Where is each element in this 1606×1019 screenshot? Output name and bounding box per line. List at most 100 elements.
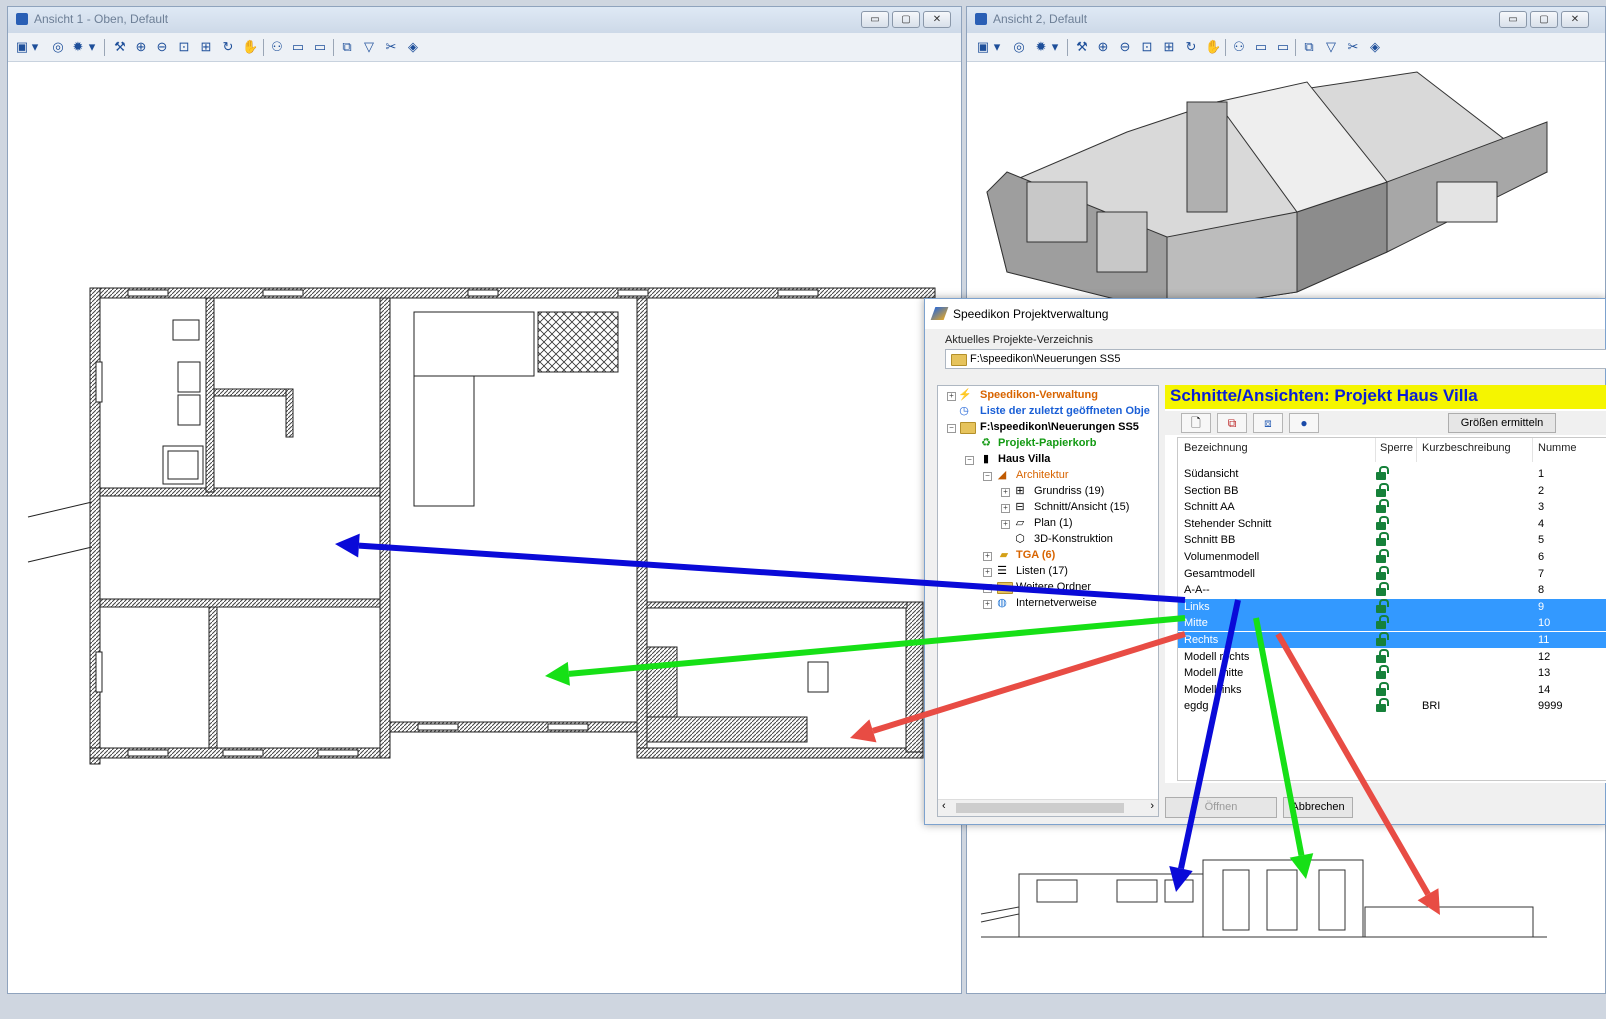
- table-row[interactable]: Modell mitte 13: [1178, 665, 1606, 681]
- table-row[interactable]: Links 9: [1178, 598, 1606, 615]
- tree-item-speedikon-verwaltung[interactable]: Speedikon-Verwaltung: [980, 389, 1098, 401]
- view1-window[interactable]: Ansicht 1 - Oben, Default ▭ ▢ ✕ ▣ ▾ ◎ ✹ …: [7, 6, 962, 994]
- unlock-icon[interactable]: [1374, 549, 1389, 564]
- table-row[interactable]: Stehender Schnitt 4: [1178, 515, 1606, 532]
- dropdown-arrow-icon[interactable]: ▾: [993, 39, 1001, 55]
- dialog-titlebar[interactable]: Speedikon Projektverwaltung: [925, 299, 1605, 329]
- tree-item-weitere-ordner[interactable]: Weitere Ordner: [1016, 581, 1091, 593]
- render-icon[interactable]: ◈: [1367, 39, 1383, 55]
- pan-icon[interactable]: ✋: [242, 39, 258, 55]
- view-select-icon[interactable]: ▣: [975, 39, 991, 55]
- close-button[interactable]: ✕: [1561, 11, 1589, 28]
- unlock-icon[interactable]: [1374, 532, 1389, 547]
- walk-icon[interactable]: ⚇: [269, 39, 285, 55]
- copy-view-icon[interactable]: ⧉: [1217, 413, 1247, 433]
- table-row[interactable]: Section BB 2: [1178, 482, 1606, 499]
- close-button[interactable]: ✕: [923, 11, 951, 28]
- table-row[interactable]: Modell links 14: [1178, 681, 1606, 698]
- column-header-sperre[interactable]: Sperre: [1380, 442, 1413, 454]
- unlock-icon[interactable]: [1374, 665, 1389, 680]
- dropdown-arrow-icon[interactable]: ▾: [88, 39, 96, 55]
- tree-expand-icon[interactable]: +: [1001, 504, 1010, 513]
- properties-icon[interactable]: ●: [1289, 413, 1319, 433]
- views-list[interactable]: Bezeichnung Sperre Kurzbeschreibung Numm…: [1177, 437, 1606, 781]
- tree-item-recent[interactable]: Liste der zuletzt geöffneten Obje: [980, 405, 1150, 417]
- tree-item-3d-konstruktion[interactable]: 3D-Konstruktion: [1034, 533, 1113, 545]
- tree-item-papierkorb[interactable]: Projekt-Papierkorb: [998, 437, 1096, 449]
- tree-item-grundriss[interactable]: Grundriss (19): [1034, 485, 1104, 497]
- tree-collapse-icon[interactable]: −: [983, 472, 992, 481]
- paste-view-icon[interactable]: ⧈: [1253, 413, 1283, 433]
- floorplan-canvas[interactable]: [8, 62, 961, 993]
- tree-item-tga[interactable]: TGA (6): [1016, 549, 1055, 561]
- tree-expand-icon[interactable]: +: [983, 568, 992, 577]
- tree-item-plan[interactable]: Plan (1): [1034, 517, 1073, 529]
- table-row[interactable]: egdg BRI 9999: [1178, 698, 1606, 714]
- project-manager-dialog[interactable]: Speedikon Projektverwaltung Aktuelles Pr…: [924, 298, 1606, 825]
- cancel-button[interactable]: Abbrechen: [1283, 797, 1353, 818]
- orbit-icon[interactable]: ◎: [50, 39, 66, 55]
- tree-expand-icon[interactable]: +: [983, 584, 992, 593]
- scroll-thumb[interactable]: [956, 803, 1124, 813]
- unlock-icon[interactable]: [1374, 499, 1389, 514]
- rotate-icon[interactable]: ↻: [220, 39, 236, 55]
- unlock-icon[interactable]: [1374, 681, 1389, 697]
- restore-button[interactable]: ▢: [892, 11, 920, 28]
- unlock-icon[interactable]: [1374, 515, 1389, 531]
- select-icon[interactable]: ✂: [1345, 39, 1361, 55]
- select-icon[interactable]: ✂: [383, 39, 399, 55]
- column-header-kurzbeschreibung[interactable]: Kurzbeschreibung: [1422, 442, 1511, 454]
- zoom-all-icon[interactable]: ⊞: [198, 39, 214, 55]
- scroll-left-icon[interactable]: ‹: [942, 800, 946, 812]
- project-tree[interactable]: + ⚡ Speedikon-Verwaltung ◷ Liste der zul…: [937, 385, 1159, 817]
- light-icon[interactable]: ✹: [1033, 39, 1049, 55]
- filter-icon[interactable]: ▽: [361, 39, 377, 55]
- table-row[interactable]: Volumenmodell 6: [1178, 549, 1606, 565]
- zoom-in-icon[interactable]: ⊕: [1095, 39, 1111, 55]
- column-header-nummer[interactable]: Numme: [1538, 442, 1577, 454]
- tree-expand-icon[interactable]: +: [947, 392, 956, 401]
- tree-item-schnitt-ansicht[interactable]: Schnitt/Ansicht (15): [1034, 501, 1129, 513]
- zoom-out-icon[interactable]: ⊖: [154, 39, 170, 55]
- minimize-button[interactable]: ▭: [1499, 11, 1527, 28]
- view-select-icon[interactable]: ▣: [14, 39, 30, 55]
- open-button[interactable]: Öffnen: [1165, 797, 1277, 818]
- tree-item-listen[interactable]: Listen (17): [1016, 565, 1068, 577]
- filter-icon[interactable]: ▽: [1323, 39, 1339, 55]
- brush-icon[interactable]: ⚒: [112, 39, 128, 55]
- frame2-icon[interactable]: ▭: [1275, 39, 1291, 55]
- walk-icon[interactable]: ⚇: [1231, 39, 1247, 55]
- zoom-window-icon[interactable]: ⊡: [1139, 39, 1155, 55]
- tree-expand-icon[interactable]: +: [983, 552, 992, 561]
- layers-icon[interactable]: ⧉: [339, 39, 355, 55]
- tree-collapse-icon[interactable]: −: [965, 456, 974, 465]
- tree-expand-icon[interactable]: +: [1001, 488, 1010, 497]
- table-row[interactable]: Gesamtmodell 7: [1178, 565, 1606, 582]
- rotate-icon[interactable]: ↻: [1183, 39, 1199, 55]
- tree-horizontal-scrollbar[interactable]: ‹ ›: [938, 799, 1158, 816]
- zoom-all-icon[interactable]: ⊞: [1161, 39, 1177, 55]
- frame-icon[interactable]: ▭: [1253, 39, 1269, 55]
- unlock-icon[interactable]: [1374, 632, 1389, 647]
- groessen-ermitteln-button[interactable]: Größen ermitteln: [1448, 413, 1556, 433]
- tree-item-haus-villa[interactable]: Haus Villa: [998, 453, 1050, 465]
- table-row[interactable]: A-A-- 8: [1178, 582, 1606, 598]
- unlock-icon[interactable]: [1374, 582, 1389, 597]
- table-row[interactable]: Schnitt BB 5: [1178, 532, 1606, 548]
- view2-titlebar[interactable]: Ansicht 2, Default ▭ ▢ ✕: [967, 7, 1605, 33]
- unlock-icon[interactable]: [1374, 598, 1389, 614]
- unlock-icon[interactable]: [1374, 482, 1389, 498]
- scroll-right-icon[interactable]: ›: [1150, 800, 1154, 812]
- table-row[interactable]: Mitte 10: [1178, 615, 1606, 632]
- render-icon[interactable]: ◈: [405, 39, 421, 55]
- tree-expand-icon[interactable]: +: [1001, 520, 1010, 529]
- table-row[interactable]: Südansicht 1: [1178, 466, 1606, 482]
- tree-expand-icon[interactable]: +: [983, 600, 992, 609]
- zoom-window-icon[interactable]: ⊡: [176, 39, 192, 55]
- table-row[interactable]: Schnitt AA 3: [1178, 499, 1606, 515]
- unlock-icon[interactable]: [1374, 565, 1389, 581]
- table-row[interactable]: Modell rechts 12: [1178, 648, 1606, 665]
- new-document-icon[interactable]: 🗋: [1181, 413, 1211, 433]
- brush-icon[interactable]: ⚒: [1074, 39, 1090, 55]
- frame2-icon[interactable]: ▭: [312, 39, 328, 55]
